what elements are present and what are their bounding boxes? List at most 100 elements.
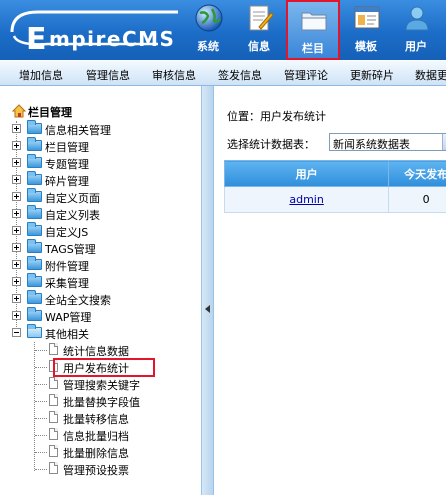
sidebar-item-custom-js[interactable]: 自定义JS [12,222,192,240]
expand-icon[interactable] [12,192,21,201]
folder-icon [27,256,42,270]
nav-info[interactable]: 信息 [237,0,281,60]
subnav-data-update[interactable]: 数据更新 [415,67,446,83]
sidebar-subitem-batch-move[interactable]: 批量转移信息 [35,410,195,427]
document-icon [49,377,58,389]
nav-user[interactable]: 用户 [394,0,438,60]
document-icon [49,343,58,355]
expand-icon[interactable] [12,124,21,133]
collapse-icon[interactable] [12,328,21,337]
sidebar-subitem-label: 批量删除信息 [63,447,129,460]
sidebar-item-fragment-manage[interactable]: 碎片管理 [12,171,192,189]
sidebar-item-fulltext-search[interactable]: 全站全文搜索 [12,290,192,308]
sidebar-item-label: 自定义列表 [45,209,100,222]
subnav-update-fragments[interactable]: 更新碎片 [350,67,394,83]
chevron-down-icon[interactable] [442,134,446,150]
sidebar-item-label: 栏目管理 [45,141,89,154]
main-content: 位置：用户发布统计 选择统计数据表： 新闻系统数据表 用户 今天发布 admin… [215,86,446,495]
subnav-manage-info[interactable]: 管理信息 [86,67,130,83]
sidebar-item-label: 信息相关管理 [45,124,111,137]
sidebar-subitem-label: 统计信息数据 [63,345,129,358]
subnav-review-info[interactable]: 审核信息 [152,67,196,83]
breadcrumb: 位置：用户发布统计 [227,110,326,123]
sidebar-subitem-batch-replace[interactable]: 批量替换字段值 [35,393,195,410]
subnav-manage-comments[interactable]: 管理评论 [284,67,328,83]
user-link[interactable]: admin [289,193,323,206]
document-icon [49,445,58,457]
sidebar-item-attachment-manage[interactable]: 附件管理 [12,256,192,274]
sidebar-subitem-label: 批量转移信息 [63,413,129,426]
sidebar-item-custom-list[interactable]: 自定义列表 [12,205,192,223]
sidebar-tree: 栏目管理 信息相关管理 栏目管理 专题管理 碎片管理 自定义页面 自定义列表 自… [0,86,202,495]
globe-icon [195,4,223,32]
folder-icon [27,188,42,202]
nav-system[interactable]: 系统 [186,0,230,60]
expand-icon[interactable] [12,175,21,184]
sidebar-item-label: 碎片管理 [45,175,89,188]
expand-icon[interactable] [12,277,21,286]
empirecms-logo: EmpireCMS [8,6,184,57]
expand-icon[interactable] [12,141,21,150]
selected-item-highlight [53,358,155,377]
nav-column[interactable]: 栏目 [286,0,340,60]
folder-icon [27,154,42,168]
sidebar-item-custom-page[interactable]: 自定义页面 [12,188,192,206]
folder-icon [27,222,42,236]
expand-icon[interactable] [12,209,21,218]
folder-icon [27,205,42,219]
document-icon [49,394,58,406]
sidebar-item-label: 其他相关 [45,328,89,341]
top-header: EmpireCMS 系统 信息 栏目 模板 用户 [0,0,446,60]
sidebar-item-wap-manage[interactable]: WAP管理 [12,307,192,325]
sidebar-item-other-related[interactable]: 其他相关 [12,324,192,342]
sidebar-item-info-related[interactable]: 信息相关管理 [12,120,192,138]
folder-open-icon [27,324,42,338]
sidebar-item-tags-manage[interactable]: TAGS管理 [12,239,192,257]
col-header-today: 今天发布 [388,160,446,187]
sidebar-item-label: WAP管理 [45,311,92,324]
folder-icon [27,239,42,253]
expand-icon[interactable] [12,294,21,303]
sidebar-item-label: 全站全文搜索 [45,294,111,307]
subnav-add-info[interactable]: 增加信息 [19,67,63,83]
sidebar-item-column-manage[interactable]: 栏目管理 [12,137,192,155]
cell-user: admin [223,186,390,213]
folder-icon [27,137,42,151]
expand-icon[interactable] [12,260,21,269]
home-icon [12,104,26,118]
sidebar-item-label: 自定义页面 [45,192,100,205]
sidebar-subitem-search-keywords[interactable]: 管理搜索关键字 [35,376,195,393]
table-row: admin 0 [223,186,446,213]
col-header-user: 用户 [223,160,390,187]
folder-icon [27,171,42,185]
expand-icon[interactable] [12,311,21,320]
sidebar-item-label: 采集管理 [45,277,89,290]
nav-template[interactable]: 模板 [344,0,388,60]
expand-icon[interactable] [12,158,21,167]
expand-icon[interactable] [12,226,21,235]
sidebar-item-label: 专题管理 [45,158,89,171]
folder-icon [27,120,42,134]
document-icon [49,411,58,423]
template-window-icon [354,6,380,29]
folder-icon [301,12,327,31]
sidebar-subitem-label: 管理预设投票 [63,464,129,477]
sidebar-subitem-batch-archive[interactable]: 信息批量归档 [35,427,195,444]
sidebar-subitem-vote-manage[interactable]: 管理预设投票 [35,461,195,478]
sidebar-subitem-batch-delete[interactable]: 批量删除信息 [35,444,195,461]
subnav-sign-info[interactable]: 签发信息 [218,67,262,83]
sidebar-subitem-label: 管理搜索关键字 [63,379,140,392]
stats-table-select[interactable]: 新闻系统数据表 [329,133,446,151]
folder-icon [27,273,42,287]
sidebar-item-topic-manage[interactable]: 专题管理 [12,154,192,172]
panel-splitter[interactable] [202,86,214,495]
stats-table: 用户 今天发布 admin 0 [223,160,446,213]
sidebar-item-label: 附件管理 [45,260,89,273]
sidebar-subitem-stats-info[interactable]: 统计信息数据 [35,342,195,359]
sidebar-subitem-label: 信息批量归档 [63,430,129,443]
document-icon [49,428,58,440]
sidebar-subitem-label: 批量替换字段值 [63,396,140,409]
expand-icon[interactable] [12,243,21,252]
sidebar-item-collect-manage[interactable]: 采集管理 [12,273,192,291]
select-value: 新闻系统数据表 [333,138,410,151]
